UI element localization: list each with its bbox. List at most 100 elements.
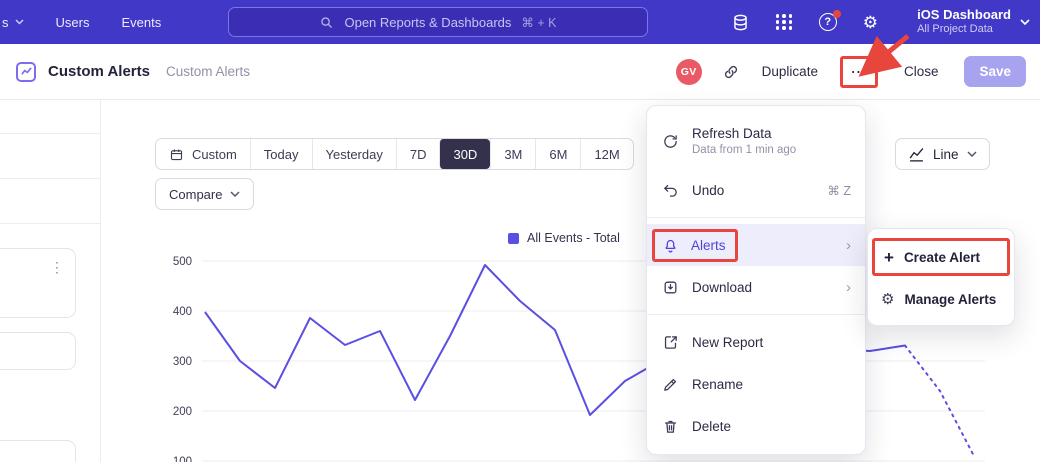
download-icon bbox=[661, 279, 680, 296]
kebab-menu-icon[interactable]: ⋮ bbox=[50, 259, 64, 276]
menu-item-label: Refresh Data bbox=[692, 126, 796, 141]
menu-item-refresh-data[interactable]: Refresh Data Data from 1 min ago bbox=[647, 113, 865, 169]
report-content: ⋮ 500400300200100 Custom Today Yesterday… bbox=[0, 100, 1040, 462]
chevron-down-icon bbox=[15, 19, 24, 25]
pencil-icon bbox=[661, 376, 680, 393]
menu-divider bbox=[647, 314, 865, 315]
svg-text:500: 500 bbox=[173, 256, 192, 268]
top-bar-icon-group: ? ⚙ bbox=[731, 0, 878, 44]
query-builder-card[interactable] bbox=[0, 440, 76, 462]
more-options-button[interactable]: ⋯ bbox=[840, 56, 878, 88]
project-selector[interactable]: iOS Dashboard All Project Data bbox=[917, 0, 1030, 44]
submenu-item-manage-alerts[interactable]: ⚙ Manage Alerts bbox=[868, 279, 1014, 319]
chevron-down-icon bbox=[967, 151, 977, 157]
submenu-item-create-alert[interactable]: + Create Alert bbox=[868, 235, 1014, 279]
date-range-7d[interactable]: 7D bbox=[396, 139, 440, 169]
nav-item-users[interactable]: Users bbox=[56, 15, 90, 30]
nav-events-label: Events bbox=[121, 15, 161, 30]
report-options-menu: Refresh Data Data from 1 min ago Undo ⌘ … bbox=[646, 105, 866, 455]
apps-menu-button[interactable] bbox=[776, 14, 793, 30]
link-icon bbox=[722, 63, 740, 81]
svg-text:100: 100 bbox=[173, 456, 192, 462]
global-search-bar[interactable]: Open Reports & Dashboards ⌘ + K bbox=[228, 7, 648, 37]
menu-item-delete[interactable]: Delete bbox=[647, 405, 865, 447]
date-range-30d-selected[interactable]: 30D bbox=[439, 139, 490, 169]
date-range-today[interactable]: Today bbox=[250, 139, 312, 169]
menu-item-undo[interactable]: Undo ⌘ Z bbox=[647, 169, 865, 211]
menu-item-label: Undo bbox=[692, 183, 724, 198]
date-range-label: Custom bbox=[192, 147, 237, 162]
refresh-data-text: Refresh Data Data from 1 min ago bbox=[692, 126, 796, 156]
notification-dot bbox=[833, 10, 841, 18]
settings-button[interactable]: ⚙ bbox=[863, 14, 878, 31]
search-placeholder: Open Reports & Dashboards bbox=[344, 15, 511, 30]
sidebar-separator bbox=[0, 133, 100, 134]
report-header: Custom Alerts Custom Alerts GV Duplicate… bbox=[0, 44, 1040, 100]
refresh-icon bbox=[661, 133, 680, 150]
date-range-label: 12M bbox=[594, 147, 619, 162]
chevron-down-icon bbox=[1020, 19, 1030, 26]
save-button[interactable]: Save bbox=[964, 56, 1026, 87]
chevron-down-icon bbox=[230, 191, 240, 197]
date-range-3m[interactable]: 3M bbox=[490, 139, 535, 169]
app-window: s Users Events Open Reports & Dashboards… bbox=[0, 0, 1040, 462]
nav-item-boards-truncated[interactable]: s bbox=[2, 15, 24, 30]
chevron-right-icon: › bbox=[846, 279, 851, 296]
annotation-box-create-alert: + Create Alert bbox=[872, 238, 1010, 276]
plus-icon: + bbox=[884, 249, 894, 266]
date-range-yesterday[interactable]: Yesterday bbox=[312, 139, 396, 169]
date-range-label: 7D bbox=[410, 147, 427, 162]
project-scope: All Project Data bbox=[917, 23, 1011, 37]
menu-item-rename[interactable]: Rename bbox=[647, 363, 865, 405]
menu-divider bbox=[647, 217, 865, 218]
data-management-button[interactable] bbox=[731, 13, 750, 32]
svg-text:200: 200 bbox=[173, 406, 192, 418]
breadcrumb[interactable]: Custom Alerts bbox=[166, 64, 250, 79]
bell-icon bbox=[661, 237, 680, 254]
sidebar-separator bbox=[0, 223, 100, 224]
menu-item-download[interactable]: Download › bbox=[647, 266, 865, 308]
board-icon bbox=[16, 62, 36, 82]
help-button[interactable]: ? bbox=[819, 13, 837, 31]
menu-item-label: Alerts bbox=[691, 238, 726, 253]
menu-item-label: Delete bbox=[692, 419, 731, 434]
sidebar-separator bbox=[0, 178, 100, 179]
date-range-label: 30D bbox=[453, 147, 477, 162]
mini-chart-icon bbox=[21, 66, 32, 77]
chart-type-button[interactable]: Line bbox=[895, 138, 990, 170]
query-builder-card[interactable] bbox=[0, 332, 76, 370]
legend-label: All Events - Total bbox=[527, 231, 620, 245]
date-range-12m[interactable]: 12M bbox=[580, 139, 632, 169]
menu-item-label: Download bbox=[692, 280, 752, 295]
date-range-label: 6M bbox=[549, 147, 567, 162]
date-range-label: Today bbox=[264, 147, 299, 162]
nav-boards-label: s bbox=[2, 15, 9, 30]
gear-icon: ⚙ bbox=[881, 292, 894, 307]
submenu-item-label: Create Alert bbox=[904, 250, 980, 265]
apps-grid-icon bbox=[776, 14, 793, 30]
date-range-custom[interactable]: Custom bbox=[156, 139, 250, 169]
avatar[interactable]: GV bbox=[676, 59, 702, 85]
close-button[interactable]: Close bbox=[904, 64, 939, 79]
menu-item-alerts[interactable]: Alerts › bbox=[647, 224, 865, 266]
menu-item-label: New Report bbox=[692, 335, 763, 350]
undo-shortcut: ⌘ Z bbox=[827, 183, 851, 198]
share-link-button[interactable] bbox=[722, 63, 740, 81]
query-builder-card[interactable]: ⋮ bbox=[0, 248, 76, 318]
chevron-right-icon: › bbox=[846, 237, 851, 254]
duplicate-button[interactable]: Duplicate bbox=[762, 64, 818, 79]
line-chart-icon bbox=[908, 146, 925, 163]
refresh-caption: Data from 1 min ago bbox=[692, 144, 796, 156]
date-range-label: Yesterday bbox=[326, 147, 383, 162]
nav-users-label: Users bbox=[56, 15, 90, 30]
date-range-6m[interactable]: 6M bbox=[535, 139, 580, 169]
menu-item-new-report[interactable]: New Report bbox=[647, 321, 865, 363]
svg-text:400: 400 bbox=[173, 306, 192, 318]
top-nav-links: s Users Events bbox=[2, 15, 161, 30]
trash-icon bbox=[661, 418, 680, 435]
page-title: Custom Alerts bbox=[48, 63, 150, 80]
new-report-icon bbox=[661, 334, 680, 351]
compare-button[interactable]: Compare bbox=[155, 178, 254, 210]
nav-item-events[interactable]: Events bbox=[121, 15, 161, 30]
alerts-submenu: + Create Alert ⚙ Manage Alerts bbox=[867, 228, 1015, 326]
